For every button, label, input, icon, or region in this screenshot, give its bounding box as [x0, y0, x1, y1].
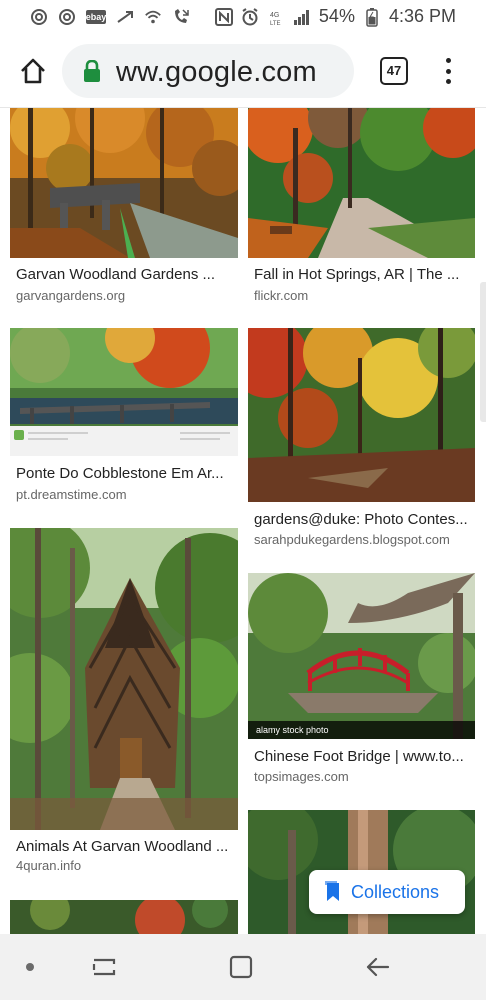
- result-card[interactable]: Garvan Woodland Gardens ... garvangarden…: [10, 108, 238, 313]
- result-source[interactable]: flickr.com: [254, 288, 308, 303]
- recent-apps-icon: [92, 958, 116, 976]
- watermark-strip: [10, 426, 238, 456]
- result-title[interactable]: gardens@duke: Photo Contes...: [254, 511, 469, 528]
- watermark-line: [28, 432, 88, 434]
- result-title[interactable]: Garvan Woodland Gardens ...: [16, 266, 232, 283]
- volte-icon: 4G LTE: [267, 8, 285, 26]
- at-icon: [30, 8, 48, 26]
- system-icons: 4G LTE 54% 4:36 PM: [214, 6, 456, 27]
- result-image[interactable]: [248, 328, 475, 502]
- battery-percent: 54%: [318, 6, 355, 26]
- result-title[interactable]: Fall in Hot Springs, AR | The ...: [254, 266, 469, 283]
- svg-text:LTE: LTE: [270, 21, 281, 26]
- more-menu-button[interactable]: [438, 54, 458, 88]
- result-card[interactable]: Ponte Do Cobblestone Em Ar... pt.dreamst…: [10, 328, 238, 508]
- menu-dot: [445, 58, 451, 63]
- nfc-icon: [214, 7, 233, 26]
- tab-switcher-button[interactable]: 47: [380, 57, 408, 85]
- result-image[interactable]: [10, 108, 238, 258]
- alarm-icon: [241, 7, 259, 26]
- collections-button[interactable]: Collections: [309, 870, 465, 914]
- watermark-line: [180, 432, 230, 434]
- result-image[interactable]: [248, 108, 475, 258]
- result-card[interactable]: [10, 900, 238, 934]
- wifi-icon: [144, 8, 162, 26]
- result-title[interactable]: Chinese Foot Bridge | www.to...: [254, 748, 469, 765]
- missed-call-icon: [172, 8, 190, 26]
- recent-apps-button[interactable]: [90, 954, 118, 980]
- clock: 4:36 PM: [388, 6, 456, 26]
- result-image[interactable]: [10, 328, 238, 456]
- result-image[interactable]: [10, 528, 238, 830]
- nav-indicator-dot: [26, 963, 34, 971]
- status-bar: ebay 4G LTE 54% 4:36 PM: [0, 0, 486, 34]
- result-source[interactable]: pt.dreamstime.com: [16, 487, 127, 502]
- notification-icons: ebay: [30, 8, 190, 26]
- back-arrow-icon: [366, 957, 390, 977]
- watermark-line: [180, 438, 220, 440]
- menu-dot: [445, 68, 451, 74]
- home-button[interactable]: [18, 56, 48, 86]
- result-image[interactable]: alamy stock photo: [248, 573, 475, 739]
- image-results-grid: Garvan Woodland Gardens ... garvangarden…: [0, 108, 486, 934]
- result-source[interactable]: topsimages.com: [254, 769, 349, 784]
- airplane-up-icon: [116, 8, 134, 26]
- battery-icon: [363, 7, 381, 27]
- bookmark-icon: [325, 881, 339, 901]
- ebay-icon: ebay: [85, 10, 107, 24]
- watermark-line: [28, 438, 68, 440]
- home-icon: [21, 58, 45, 84]
- collections-label: Collections: [351, 881, 440, 902]
- result-image[interactable]: [10, 900, 238, 934]
- browser-toolbar: ww.google.com 47: [0, 34, 486, 108]
- menu-dot: [445, 79, 451, 84]
- edge-panel-handle[interactable]: [480, 282, 486, 422]
- home-square-icon: [229, 955, 253, 979]
- result-card[interactable]: Animals At Garvan Woodland ... 4quran.in…: [10, 528, 238, 874]
- result-card[interactable]: gardens@duke: Photo Contes... sarahpduke…: [248, 328, 475, 558]
- result-title[interactable]: Ponte Do Cobblestone Em Ar...: [16, 465, 232, 482]
- signal-icon: [293, 8, 311, 26]
- result-source[interactable]: sarahpdukegardens.blogspot.com: [254, 532, 450, 547]
- result-source[interactable]: garvangardens.org: [16, 288, 125, 303]
- result-title[interactable]: Animals At Garvan Woodland ...: [16, 838, 232, 855]
- result-card[interactable]: Fall in Hot Springs, AR | The ... flickr…: [248, 108, 475, 313]
- result-source[interactable]: 4quran.info: [16, 858, 81, 873]
- result-card[interactable]: alamy stock photo Chinese Foot Bridge | …: [248, 573, 475, 784]
- home-nav-button[interactable]: [228, 954, 254, 980]
- dreamstime-logo-icon: [14, 430, 24, 440]
- at-icon: [58, 8, 76, 26]
- url-text: ww.google.com: [116, 56, 317, 88]
- back-button[interactable]: [364, 954, 392, 980]
- svg-text:4G: 4G: [270, 12, 279, 19]
- lock-icon: [84, 60, 100, 82]
- alamy-watermark: alamy stock photo: [248, 721, 475, 739]
- url-bar[interactable]: ww.google.com: [62, 44, 354, 98]
- system-navigation-bar: [0, 934, 486, 1000]
